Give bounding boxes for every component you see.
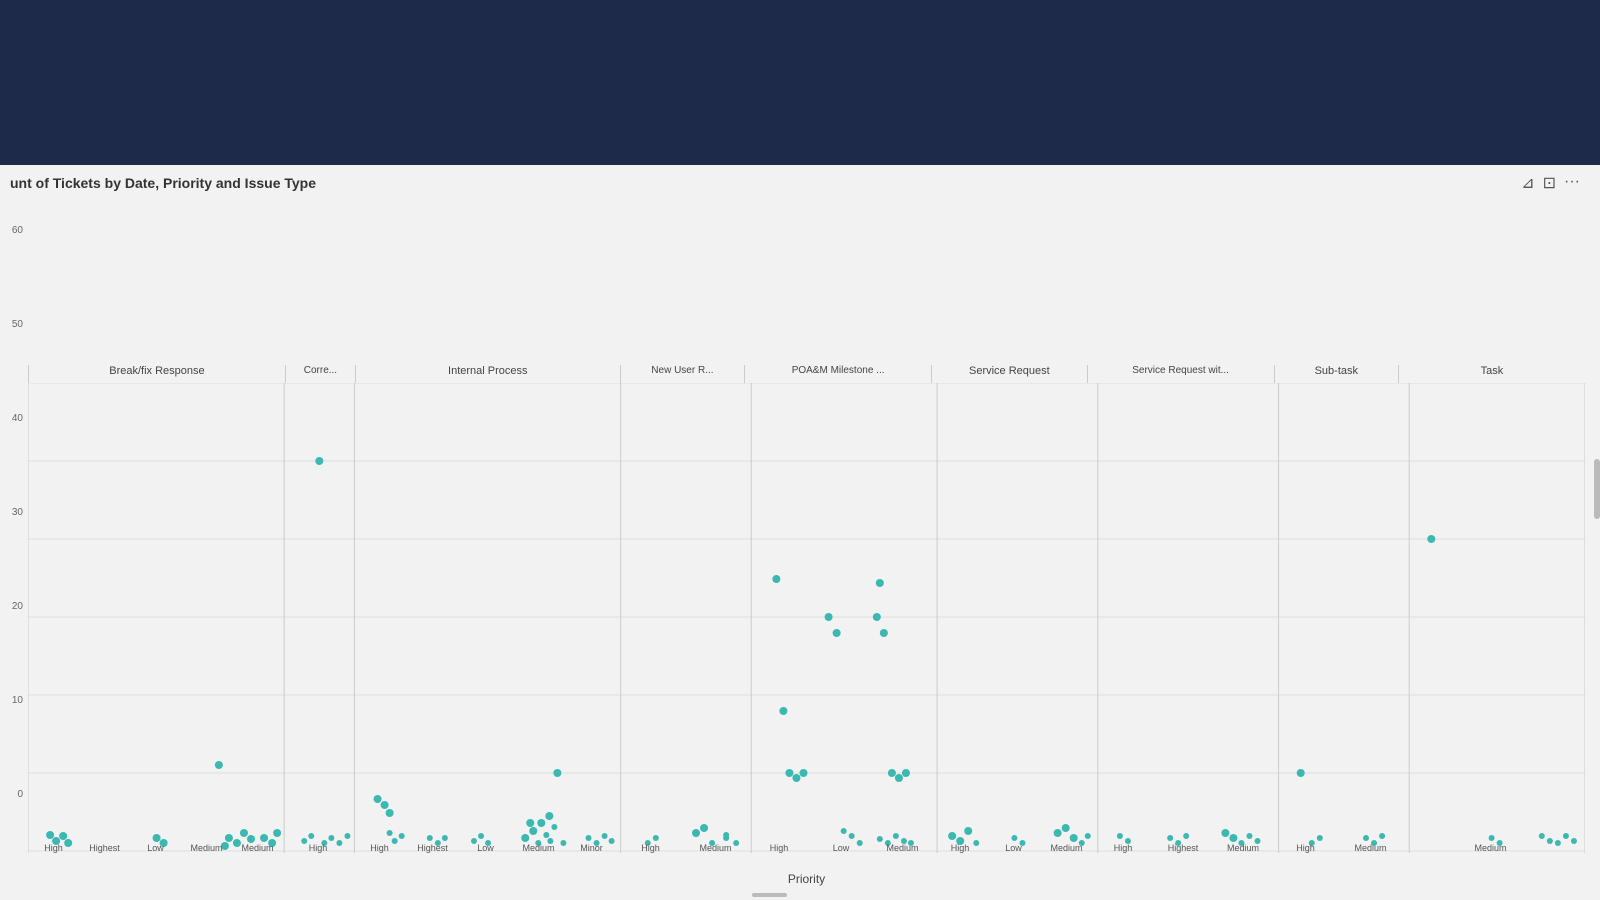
x-label-medium-1: Medium [181, 843, 232, 853]
expand-icon[interactable]: ⊡ [1543, 173, 1556, 193]
x-label-highest-2: Highest [406, 843, 459, 853]
chart-toolbar: ⊿ ⊡ ··· [1521, 173, 1580, 193]
x-label-high-2: High [283, 843, 353, 853]
x-axis-labels: High Highest Low Medium Medium High High… [28, 843, 1585, 865]
x-label-medium-7: Medium [1213, 843, 1273, 853]
x-label-high-5: High [748, 843, 810, 853]
x-label-low-1: Low [130, 843, 181, 853]
more-icon[interactable]: ··· [1564, 173, 1580, 193]
x-label-medium-2: Medium [232, 843, 283, 853]
x-label-medium-3: Medium [512, 843, 565, 853]
col-header-subtask: Sub-task [1274, 365, 1399, 383]
col-header-internal: Internal Process [355, 365, 620, 383]
x-label-low-4: Low [987, 843, 1040, 853]
scrollbar-right[interactable] [1594, 459, 1600, 519]
col-header-corre: Corre... [285, 365, 355, 383]
chart-container: unt of Tickets by Date, Priority and Iss… [0, 165, 1600, 900]
x-label-minor: Minor [565, 843, 618, 853]
x-label-highest-1: Highest [79, 843, 130, 853]
x-label-high-8: High [1273, 843, 1338, 853]
col-header-sr: Service Request [931, 365, 1087, 383]
x-label-high-1: High [28, 843, 79, 853]
y-label-60: 60 [12, 225, 23, 236]
col-header-srwit: Service Request wit... [1087, 365, 1274, 383]
y-label-20: 20 [12, 601, 23, 612]
y-label-0: 0 [17, 789, 23, 800]
x-label-medium-8: Medium [1338, 843, 1403, 853]
x-label-low-3: Low [810, 843, 872, 853]
x-axis-title: Priority [28, 872, 1585, 886]
y-label-40: 40 [12, 413, 23, 424]
x-label-medium-4: Medium [683, 843, 748, 853]
y-axis: 60 50 40 30 20 10 0 [5, 220, 27, 805]
x-label-high-3: High [353, 843, 406, 853]
col-header-newuser: New User R... [620, 365, 745, 383]
x-label-medium-5: Medium [872, 843, 933, 853]
x-label-low-2: Low [459, 843, 512, 853]
col-header-task: Task [1398, 365, 1585, 383]
col-headers-row: Break/fix Response Corre... Internal Pro… [28, 365, 1585, 383]
x-label-high-7: High [1093, 843, 1153, 853]
y-label-10: 10 [12, 695, 23, 706]
col-header-poam: POA&M Milestone ... [744, 365, 931, 383]
chart-title: unt of Tickets by Date, Priority and Iss… [10, 175, 316, 191]
x-label-medium-6: Medium [1040, 843, 1093, 853]
x-label-highest-3: Highest [1153, 843, 1213, 853]
plot-svg [28, 383, 1585, 853]
x-label-medium-9: Medium [1403, 843, 1578, 853]
x-label-high-6: High [933, 843, 987, 853]
y-label-30: 30 [12, 507, 23, 518]
top-bar [0, 0, 1600, 165]
filter-icon[interactable]: ⊿ [1521, 173, 1534, 193]
x-label-high-4: High [618, 843, 683, 853]
col-header-breakfix: Break/fix Response [28, 365, 285, 383]
y-label-50: 50 [12, 319, 23, 330]
scrollbar-bottom[interactable] [752, 893, 787, 897]
